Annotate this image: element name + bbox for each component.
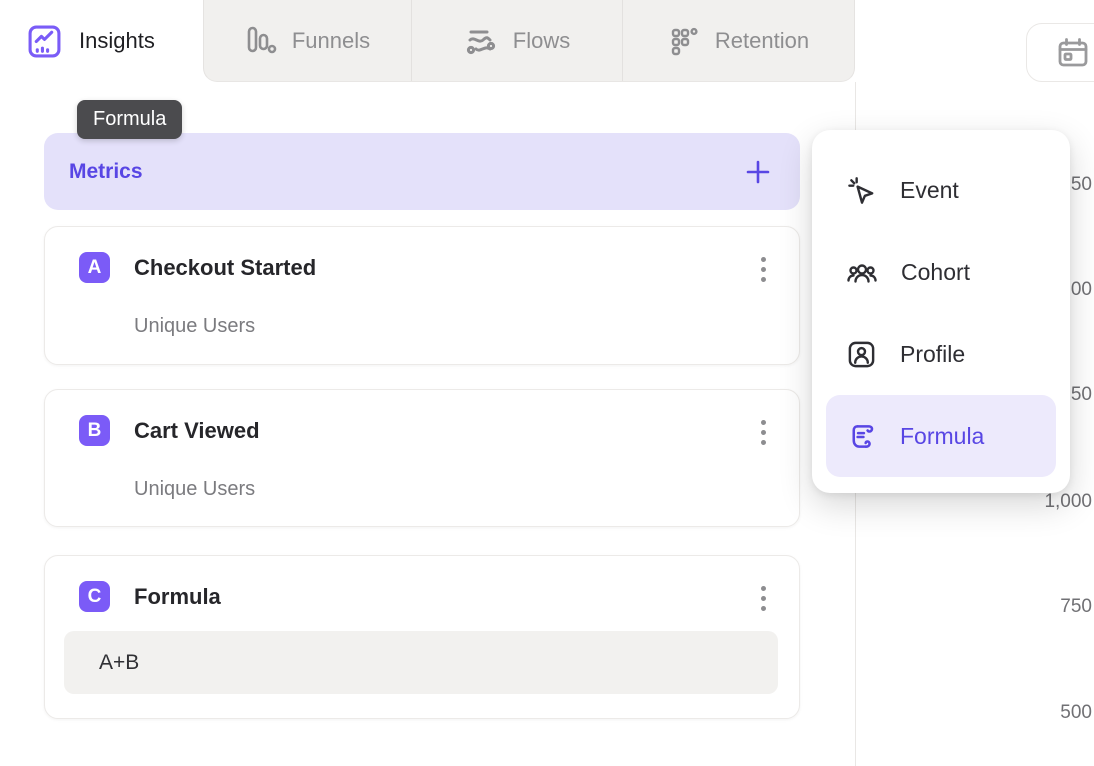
metrics-title: Metrics — [69, 160, 143, 184]
metric-card-a[interactable]: A Checkout Started Unique Users — [44, 226, 800, 365]
tab-flows[interactable]: Flows — [411, 0, 622, 81]
date-range-button[interactable] — [1026, 23, 1094, 82]
metrics-section-header: Metrics — [44, 133, 800, 210]
plus-icon — [744, 158, 772, 186]
menu-item-label: Formula — [900, 423, 984, 450]
menu-item-event[interactable]: Event — [826, 149, 1056, 231]
cohort-people-icon — [846, 256, 878, 288]
y-axis-label: 1,000 — [1044, 491, 1092, 513]
report-type-tabstrip: Funnels Flows Retention — [203, 0, 855, 82]
metric-measurement[interactable]: Unique Users — [134, 315, 255, 338]
y-axis-label: 500 — [1060, 702, 1092, 724]
menu-item-cohort[interactable]: Cohort — [826, 231, 1056, 313]
formula-tooltip: Formula — [77, 100, 182, 139]
tab-label: Retention — [715, 28, 809, 54]
menu-item-label: Profile — [900, 341, 965, 368]
profile-person-icon — [846, 339, 877, 370]
formula-expression-input[interactable]: A+B — [64, 631, 778, 694]
menu-item-profile[interactable]: Profile — [826, 313, 1056, 395]
tab-label: Insights — [79, 28, 155, 54]
formula-scroll-icon — [846, 421, 877, 452]
menu-item-formula[interactable]: Formula — [826, 395, 1056, 477]
y-axis-label: 750 — [1060, 596, 1092, 618]
metric-badge: A — [79, 252, 110, 283]
tab-funnels[interactable]: Funnels — [204, 0, 411, 81]
insights-report-builder: Funnels Flows Retention — [0, 0, 1094, 766]
retention-icon — [668, 25, 700, 57]
metric-options-button[interactable] — [749, 414, 777, 450]
tab-label: Funnels — [292, 28, 370, 54]
metric-card-c[interactable]: C Formula A+B — [44, 555, 800, 719]
tab-label: Flows — [513, 28, 570, 54]
event-cursor-icon — [846, 175, 877, 206]
metric-title: Cart Viewed — [134, 418, 260, 444]
calendar-icon — [1055, 35, 1091, 71]
metric-title: Checkout Started — [134, 255, 316, 281]
add-metric-button[interactable] — [738, 152, 778, 192]
flows-icon — [464, 25, 498, 57]
add-metric-menu: Event Cohort Profile — [812, 130, 1070, 493]
metric-badge: B — [79, 415, 110, 446]
metric-options-button[interactable] — [749, 580, 777, 616]
metric-badge: C — [79, 581, 110, 612]
funnels-icon — [245, 25, 277, 57]
tab-insights[interactable]: Insights — [0, 0, 203, 82]
menu-item-label: Cohort — [901, 259, 970, 286]
metric-title: Formula — [134, 584, 221, 610]
metric-options-button[interactable] — [749, 251, 777, 287]
metric-card-b[interactable]: B Cart Viewed Unique Users — [44, 389, 800, 527]
tab-retention[interactable]: Retention — [622, 0, 854, 81]
insights-chart-icon — [27, 24, 62, 59]
menu-item-label: Event — [900, 177, 959, 204]
metric-measurement[interactable]: Unique Users — [134, 478, 255, 501]
